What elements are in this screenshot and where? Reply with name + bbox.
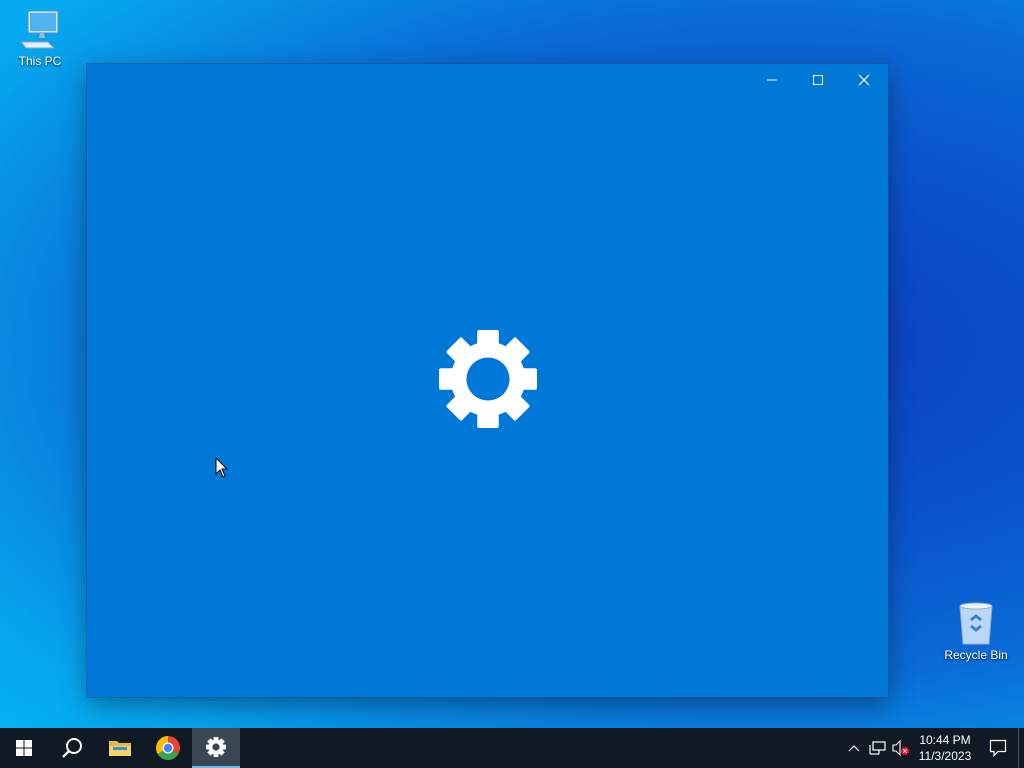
desktop-icon-this-pc[interactable]: This PC	[8, 8, 72, 68]
chrome-icon	[156, 736, 180, 760]
volume-muted-icon	[892, 740, 909, 756]
taskbar: 10:44 PM 11/3/2023	[0, 728, 1024, 768]
windows-logo-icon	[16, 740, 32, 756]
chevron-up-icon	[848, 745, 860, 752]
volume-button[interactable]	[890, 728, 912, 768]
network-icon	[869, 741, 886, 755]
action-center-button[interactable]	[978, 728, 1018, 768]
minimize-button[interactable]	[749, 64, 795, 96]
maximize-button[interactable]	[795, 64, 841, 96]
show-desktop-button[interactable]	[1018, 728, 1024, 768]
close-button[interactable]	[841, 64, 887, 96]
network-button[interactable]	[866, 728, 890, 768]
start-button[interactable]	[0, 728, 48, 768]
clock-time: 10:44 PM	[919, 733, 971, 747]
search-icon	[62, 738, 82, 758]
system-tray: 10:44 PM 11/3/2023	[842, 728, 1024, 768]
notification-icon	[989, 739, 1007, 757]
recycle-bin-icon	[959, 602, 993, 645]
taskbar-settings[interactable]	[192, 728, 240, 768]
desktop-icon-label: Recycle Bin	[944, 648, 1008, 662]
show-hidden-icons-button[interactable]	[842, 728, 866, 768]
taskbar-chrome[interactable]	[144, 728, 192, 768]
mouse-cursor-icon	[215, 457, 229, 478]
gear-icon	[439, 330, 537, 428]
search-button[interactable]	[48, 728, 96, 768]
maximize-icon	[813, 75, 823, 85]
settings-window[interactable]	[87, 64, 888, 697]
close-icon	[858, 74, 870, 86]
minimize-icon	[767, 79, 777, 81]
computer-icon	[19, 10, 59, 49]
clock-date: 11/3/2023	[918, 749, 972, 763]
folder-icon	[109, 741, 131, 756]
desktop-icon-label: This PC	[18, 54, 62, 68]
taskbar-file-explorer[interactable]	[96, 728, 144, 768]
gear-icon	[206, 737, 226, 757]
clock[interactable]: 10:44 PM 11/3/2023	[912, 728, 978, 768]
desktop-icon-recycle-bin[interactable]: Recycle Bin	[943, 600, 1009, 662]
